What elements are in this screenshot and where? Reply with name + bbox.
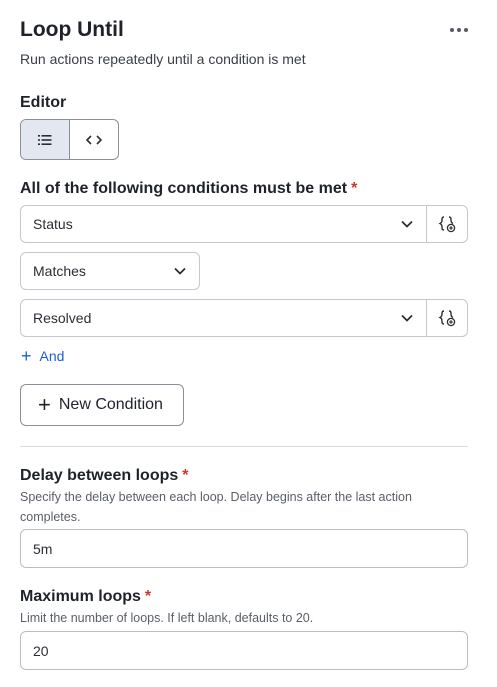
new-condition-label: New Condition <box>58 396 163 413</box>
editor-label: Editor <box>20 94 67 111</box>
required-mark: * <box>351 180 358 197</box>
condition-field-select[interactable]: Status <box>20 205 427 243</box>
page-subtitle: Run actions repeatedly until a condition… <box>20 51 306 67</box>
condition-field-value: Status <box>33 216 73 232</box>
delay-label-text: Delay between loops <box>20 467 179 484</box>
insert-variable-button[interactable] <box>426 299 468 337</box>
condition-operator-select[interactable]: Matches <box>20 252 200 290</box>
and-link-label: And <box>39 348 65 364</box>
delay-label: Delay between loops * <box>20 467 189 485</box>
new-condition-button[interactable]: + New Condition <box>20 384 184 426</box>
and-condition-link[interactable]: + And <box>21 346 65 366</box>
required-mark: * <box>144 588 152 605</box>
plus-icon: + <box>38 392 51 417</box>
max-loops-help-text: Limit the number of loops. If left blank… <box>20 611 314 625</box>
delay-input-value: 5m <box>33 540 53 557</box>
conditions-label-text: All of the following conditions must be … <box>20 180 348 197</box>
insert-variable-button[interactable] <box>426 205 468 243</box>
chevron-down-icon <box>401 220 413 228</box>
plus-icon: + <box>21 346 32 366</box>
variable-icon <box>438 310 456 327</box>
condition-value-value: Resolved <box>33 310 92 326</box>
max-loops-input[interactable]: 20 <box>20 631 468 670</box>
required-mark: * <box>182 467 189 484</box>
condition-value-select[interactable]: Resolved <box>20 299 427 337</box>
delay-input[interactable]: 5m <box>20 529 468 568</box>
list-mode-button[interactable] <box>21 120 70 159</box>
max-loops-label-text: Maximum loops <box>20 588 141 605</box>
chevron-down-icon <box>401 314 413 322</box>
section-divider <box>20 446 468 447</box>
code-icon <box>85 134 102 145</box>
chevron-down-icon <box>174 267 186 275</box>
condition-operator-value: Matches <box>33 263 86 279</box>
conditions-label: All of the following conditions must be … <box>20 180 357 198</box>
max-loops-label: Maximum loops * <box>20 588 151 606</box>
delay-help-text: Specify the delay between each loop. Del… <box>20 490 412 524</box>
panel-header: Loop Until <box>20 16 477 44</box>
variable-icon <box>438 216 456 233</box>
max-loops-input-value: 20 <box>33 642 49 659</box>
editor-mode-toggle <box>20 119 119 160</box>
list-icon <box>37 134 52 145</box>
code-mode-button[interactable] <box>70 120 119 159</box>
more-options-icon[interactable] <box>447 20 471 40</box>
page-title: Loop Until <box>20 18 124 41</box>
